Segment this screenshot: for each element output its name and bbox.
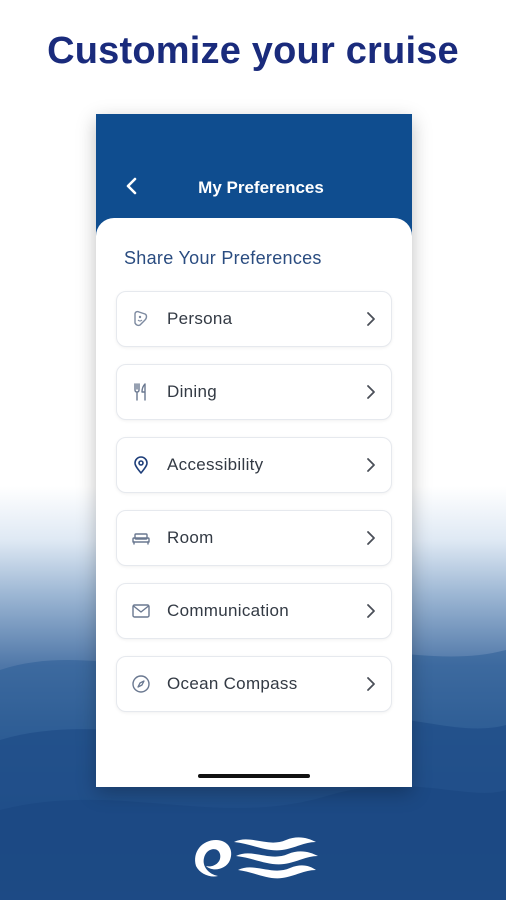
persona-icon [131,309,151,329]
location-pin-icon [131,455,151,475]
utensils-icon [131,382,151,402]
preference-item-label: Room [167,528,214,547]
preference-item-dining[interactable]: Dining [116,364,392,420]
preference-item-ocean-compass[interactable]: Ocean Compass [116,656,392,712]
chevron-right-icon [367,312,375,326]
section-title: Share Your Preferences [124,248,322,268]
compass-icon [131,674,151,694]
chevron-right-icon [367,531,375,545]
chevron-right-icon [367,458,375,472]
chevron-right-icon [367,677,375,691]
preference-item-room[interactable]: Room [116,510,392,566]
headline: Customize your cruise [47,30,459,72]
preference-item-accessibility[interactable]: Accessibility [116,437,392,493]
preference-item-label: Ocean Compass [167,674,298,693]
preference-item-communication[interactable]: Communication [116,583,392,639]
chevron-right-icon [367,385,375,399]
preference-item-label: Dining [167,382,217,401]
screen-title: My Preferences [198,178,324,197]
preference-item-label: Persona [167,309,233,328]
envelope-icon [131,601,151,621]
preference-item-persona[interactable]: Persona [116,291,392,347]
chevron-right-icon [367,604,375,618]
bed-icon [131,528,151,548]
princess-seawitch-logo [195,837,318,879]
preference-item-label: Communication [167,601,290,620]
phone-mockup: My Preferences Share Your Preferences Pe… [96,114,412,787]
preference-item-label: Accessibility [167,455,264,474]
home-indicator [198,774,310,778]
preferences-sheet: Share Your Preferences Persona Dining Ac… [96,218,412,787]
